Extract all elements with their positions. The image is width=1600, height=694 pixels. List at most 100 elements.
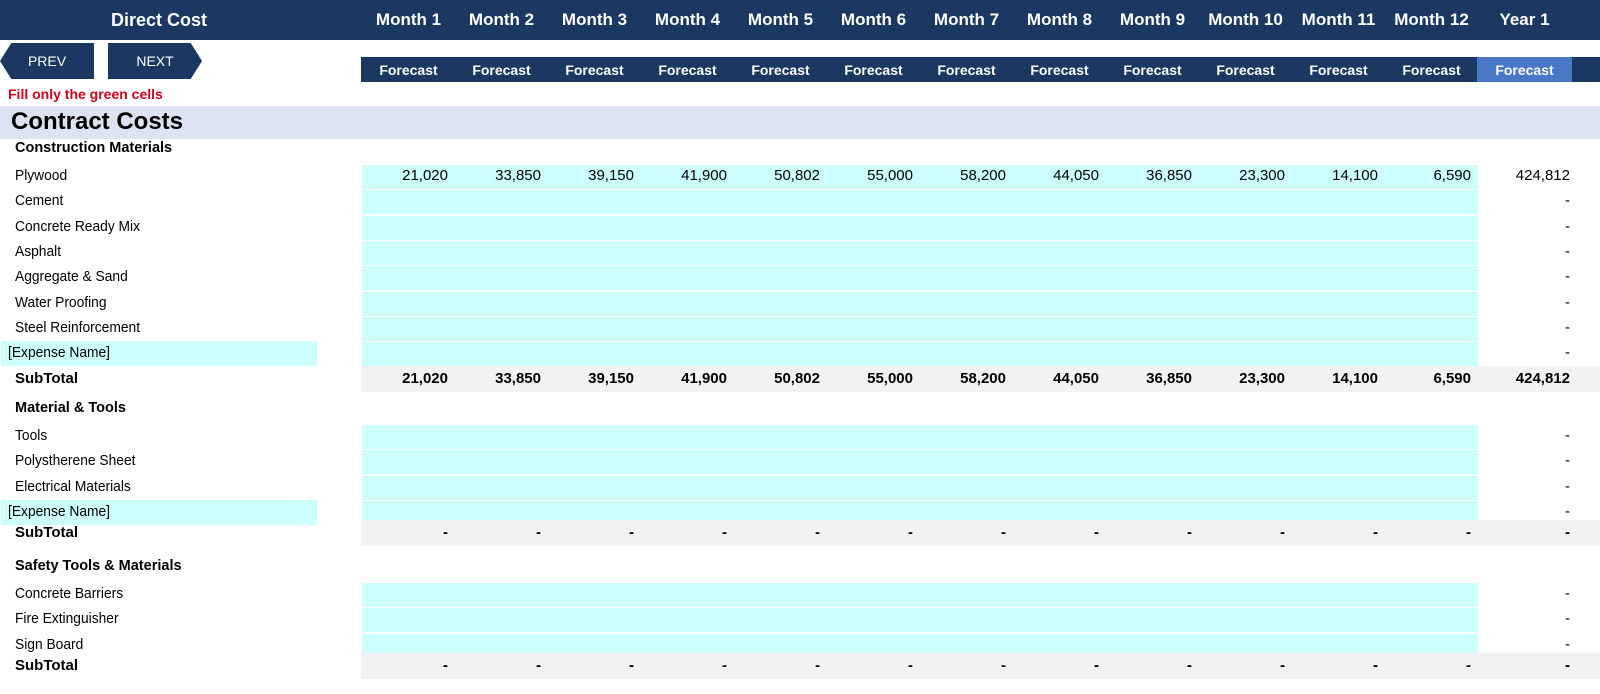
input-cell[interactable] [641,342,734,367]
input-cell[interactable] [920,608,1013,633]
input-cell[interactable] [734,475,827,500]
input-cell[interactable] [827,425,920,449]
input-cell[interactable] [827,316,920,341]
input-cell[interactable] [455,190,548,215]
input-cell[interactable] [1013,450,1106,475]
input-cell[interactable] [734,583,827,607]
input-cell[interactable] [1013,475,1106,500]
input-cell[interactable] [1106,450,1199,475]
input-cell[interactable] [1199,475,1292,500]
input-cell[interactable] [920,215,1013,240]
input-cell[interactable] [455,450,548,475]
input-cell[interactable] [1292,190,1385,215]
input-cell[interactable] [1106,190,1199,215]
input-cell[interactable] [548,190,641,215]
input-cell[interactable] [455,316,548,341]
row-label[interactable]: [Expense Name] [8,344,110,361]
input-cell[interactable] [1199,291,1292,316]
input-cell[interactable] [1385,342,1478,367]
input-cell[interactable] [1013,266,1106,291]
input-cell[interactable] [1199,190,1292,215]
input-cell[interactable] [641,608,734,633]
input-cell[interactable] [455,240,548,265]
input-cell[interactable] [641,475,734,500]
input-cell[interactable] [1385,190,1478,215]
input-cell[interactable] [1106,475,1199,500]
input-cell[interactable] [920,583,1013,607]
input-cell[interactable] [734,608,827,633]
input-cell[interactable] [641,291,734,316]
input-cell[interactable] [734,240,827,265]
input-cell[interactable] [455,342,548,367]
input-cell[interactable] [1292,291,1385,316]
input-cell[interactable] [1385,291,1478,316]
input-cell[interactable] [1385,266,1478,291]
input-cell[interactable] [1292,316,1385,341]
input-cell[interactable] [1013,316,1106,341]
input-cell[interactable] [641,583,734,607]
input-cell[interactable] [455,583,548,607]
input-cell[interactable] [1013,240,1106,265]
input-cell[interactable] [362,425,455,449]
input-cell[interactable] [362,583,455,607]
input-cell[interactable] [548,266,641,291]
input-cell[interactable] [1385,583,1478,607]
input-cell[interactable] [1292,450,1385,475]
input-cell[interactable] [548,425,641,449]
input-cell[interactable] [641,215,734,240]
input-cell[interactable] [362,215,455,240]
input-cell[interactable] [1385,608,1478,633]
input-cell[interactable] [548,475,641,500]
input-cell[interactable] [1385,240,1478,265]
input-cell[interactable] [827,215,920,240]
input-cell[interactable] [1013,342,1106,367]
input-cell[interactable] [362,608,455,633]
input-cell[interactable] [362,316,455,341]
input-cell[interactable] [1106,608,1199,633]
input-cell[interactable] [362,240,455,265]
input-cell[interactable] [1292,608,1385,633]
input-cell[interactable] [1106,342,1199,367]
input-cell[interactable] [1292,425,1385,449]
input-cell[interactable] [455,425,548,449]
input-cell[interactable] [1199,316,1292,341]
input-cell[interactable] [1292,475,1385,500]
input-cell[interactable] [1385,215,1478,240]
input-cell[interactable] [1106,240,1199,265]
input-cell[interactable] [1199,450,1292,475]
input-cell[interactable] [920,316,1013,341]
input-cell[interactable] [548,608,641,633]
input-cell[interactable] [1292,240,1385,265]
input-cell[interactable] [641,316,734,341]
input-cell[interactable] [827,190,920,215]
input-cell[interactable] [734,450,827,475]
input-cell[interactable] [1199,583,1292,607]
input-cell[interactable] [920,240,1013,265]
input-cell[interactable] [734,425,827,449]
input-cell[interactable] [455,266,548,291]
input-cell[interactable] [920,190,1013,215]
input-cell[interactable] [1292,215,1385,240]
input-cell[interactable] [362,450,455,475]
input-cell[interactable] [455,291,548,316]
input-cell[interactable] [548,583,641,607]
input-cell[interactable] [827,240,920,265]
input-cell[interactable] [362,342,455,367]
input-cell[interactable] [1199,608,1292,633]
input-cell[interactable] [362,475,455,500]
input-cell[interactable] [1385,475,1478,500]
input-cell[interactable] [641,240,734,265]
input-cell[interactable] [1013,215,1106,240]
input-cell[interactable] [1199,266,1292,291]
input-cell[interactable] [1292,583,1385,607]
input-cell[interactable] [1013,608,1106,633]
input-cell[interactable] [1385,316,1478,341]
input-cell[interactable] [827,291,920,316]
input-cell[interactable] [920,291,1013,316]
input-cell[interactable] [548,316,641,341]
input-cell[interactable] [1199,240,1292,265]
input-cell[interactable] [1106,266,1199,291]
prev-button[interactable]: PREV [0,43,94,79]
input-cell[interactable] [1199,342,1292,367]
input-cell[interactable] [641,450,734,475]
